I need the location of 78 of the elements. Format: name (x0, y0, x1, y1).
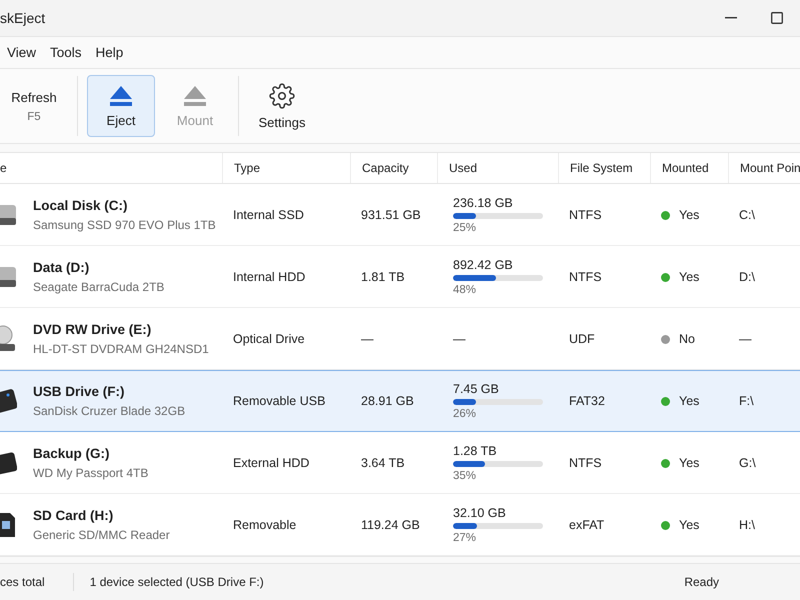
mounted-status: No (679, 332, 695, 346)
toolbar-button[interactable]: Refresh F5 (0, 75, 68, 137)
table-cell-text: C:\ (738, 208, 756, 222)
sd-card-icon (0, 511, 17, 539)
column-header[interactable]: e (0, 153, 222, 183)
table-cell-text: G:\ (738, 456, 757, 470)
used-size: 1.28 TB (453, 444, 498, 458)
maximize-icon (771, 12, 783, 24)
mounted-status: Yes (679, 518, 700, 532)
column-header[interactable]: Capacity (350, 153, 437, 183)
mounted-status: Yes (679, 394, 700, 408)
menu-item[interactable]: Help (88, 41, 130, 64)
menu-item[interactable]: View (0, 41, 44, 64)
used-size: 892.42 GB (453, 258, 514, 272)
table-cell-text: 1.81 TB (360, 270, 406, 284)
usage-percent: 26% (453, 408, 478, 420)
table-cell-text: — (360, 332, 374, 346)
minimize-icon (725, 17, 737, 19)
column-header[interactable]: Type (222, 153, 350, 183)
mounted-status: Yes (679, 456, 700, 470)
disc-drive-icon (0, 325, 17, 353)
eject-icon (183, 84, 207, 106)
table-cell-text: D:\ (738, 270, 756, 284)
drive-model: Seagate BarraCuda 2TB (33, 280, 164, 294)
drive-row[interactable]: USB Drive (F:) SanDisk Cruzer Blade 32GB Removable USB 28.91 GB 7.45 GB 26% FAT32 Yes F:\ (0, 370, 800, 432)
used-size: 32.10 GB (453, 506, 507, 520)
status-text: Ready (684, 575, 719, 589)
column-header[interactable]: File System (558, 153, 650, 183)
usage-percent: 27% (453, 532, 478, 544)
table-cell-text: NTFS (568, 208, 603, 222)
toolbar-button[interactable]: Eject (87, 75, 155, 137)
table-cell-text: — (453, 332, 466, 346)
window-title: skEject (0, 10, 46, 26)
column-header[interactable]: Mounted (650, 153, 728, 183)
table-cell-text: External HDD (232, 456, 310, 470)
usage-percent: 25% (453, 222, 478, 234)
drive-name: Local Disk (C:) (33, 198, 129, 213)
table-cell-text: FAT32 (568, 394, 606, 408)
usage-percent: 35% (453, 470, 478, 482)
table-cell-text: Removable USB (232, 394, 326, 408)
drive-name: DVD RW Drive (E:) (33, 322, 152, 337)
drive-model: SanDisk Cruzer Blade 32GB (33, 404, 186, 418)
drive-model: WD My Passport 4TB (33, 466, 148, 480)
table-cell-text: Optical Drive (232, 332, 306, 346)
settings-icon (269, 82, 295, 108)
status-text: 1 device selected (USB Drive F:) (90, 575, 264, 589)
settings-button[interactable]: Settings (248, 75, 316, 137)
table-cell-text: Removable (232, 518, 298, 532)
table-cell-text: NTFS (568, 456, 603, 470)
usage-percent: 48% (453, 284, 478, 296)
table-cell-text: — (738, 332, 752, 346)
table-cell-text: exFAT (568, 518, 606, 532)
drive-name: Data (D:) (33, 260, 90, 275)
drive-name: USB Drive (F:) (33, 384, 126, 399)
table-cell-text: F:\ (738, 394, 755, 408)
menu-item[interactable]: Tools (43, 41, 89, 64)
drive-model: HL-DT-ST DVDRAM GH24NSD1 (33, 342, 209, 356)
table-cell-text: 119.24 GB (360, 518, 421, 532)
mounted-status: Yes (679, 208, 700, 222)
eject-icon (109, 84, 133, 106)
table-cell-text: UDF (568, 332, 596, 346)
table-cell-text: 931.51 GB (360, 208, 422, 222)
table-cell-text: 28.91 GB (360, 394, 415, 408)
mounted-status: Yes (679, 270, 700, 284)
column-header[interactable]: Used (437, 153, 558, 183)
table-cell-text: H:\ (738, 518, 756, 532)
table-cell-text: Internal SSD (232, 208, 305, 222)
column-header[interactable]: Mount Poin (728, 153, 800, 183)
table-cell-text: NTFS (568, 270, 603, 284)
drive-model: Generic SD/MMC Reader (33, 528, 170, 542)
table-cell-text: Internal HDD (232, 270, 306, 284)
drive-model: Samsung SSD 970 EVO Plus 1TB (33, 218, 216, 232)
status-text: ces total (0, 575, 45, 589)
drive-name: SD Card (H:) (33, 508, 114, 523)
drive-name: Backup (G:) (33, 446, 111, 461)
table-cell-text: 3.64 TB (360, 456, 406, 470)
used-size: 7.45 GB (453, 382, 500, 396)
used-size: 236.18 GB (453, 196, 514, 210)
